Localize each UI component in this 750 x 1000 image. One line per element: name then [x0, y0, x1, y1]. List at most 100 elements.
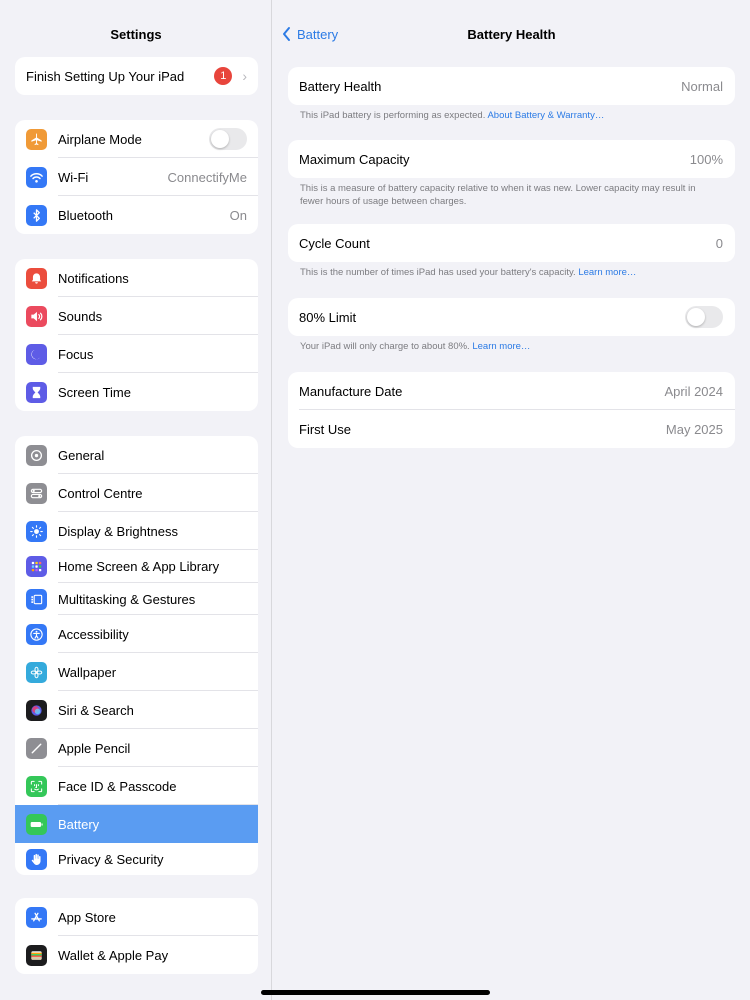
maximum-capacity-card: Maximum Capacity 100%: [288, 140, 735, 178]
siri-icon: [26, 699, 47, 721]
airplane-mode-toggle[interactable]: [209, 128, 247, 150]
cycle-count-note: This is the number of times iPad has use…: [300, 267, 720, 280]
sidebar-item-battery[interactable]: Battery: [15, 805, 258, 843]
cycle-count-card: Cycle Count 0: [288, 224, 735, 262]
sidebar-title: Settings: [110, 27, 162, 42]
sidebar-item-label: Privacy & Security: [58, 851, 164, 867]
sidebar-item-multitasking[interactable]: Multitasking & Gestures: [15, 583, 258, 615]
sidebar-item-label: Airplane Mode: [58, 131, 142, 147]
sidebar-item-accessibility[interactable]: Accessibility: [15, 615, 258, 653]
cycle-count-row: Cycle Count 0: [288, 224, 735, 262]
maximum-capacity-value: 100%: [689, 151, 723, 167]
maximum-capacity-row: Maximum Capacity 100%: [288, 140, 735, 178]
pencil-icon: [26, 737, 47, 759]
flower-icon: [26, 661, 47, 683]
setup-group: Finish Setting Up Your iPad 1 ›: [15, 57, 258, 95]
page-title: Battery Health: [467, 27, 556, 42]
cycle-count-label: Cycle Count: [299, 235, 370, 251]
battery-health-card: Battery Health Normal: [288, 67, 735, 105]
charge-limit-toggle[interactable]: [685, 306, 723, 328]
battery-health-label: Battery Health: [299, 78, 382, 94]
sidebar-item-label: Control Centre: [58, 485, 143, 501]
sidebar-item-notifications[interactable]: Notifications: [15, 259, 258, 297]
battery-health-note-text: This iPad battery is performing as expec…: [300, 110, 486, 121]
sidebar-item-label: Wallet & Apple Pay: [58, 947, 169, 963]
sidebar-item-label: Wi-Fi: [58, 169, 89, 185]
setup-badge: 1: [214, 67, 233, 85]
sidebar-item-label: Battery: [58, 816, 100, 832]
dates-card: Manufacture Date April 2024 First Use Ma…: [288, 372, 735, 448]
sidebar-item-sounds[interactable]: Sounds: [15, 297, 258, 335]
maximum-capacity-label: Maximum Capacity: [299, 151, 410, 167]
gear-icon: [26, 444, 47, 466]
sidebar-item-label: Display & Brightness: [58, 523, 178, 539]
sun-icon: [26, 520, 47, 542]
connectivity-group: Airplane Mode Wi-Fi ConnectifyMe Bluetoo…: [15, 120, 258, 234]
sidebar-item-wallpaper[interactable]: Wallpaper: [15, 653, 258, 691]
sidebar-item-label: Focus: [58, 346, 94, 362]
sidebar-item-general[interactable]: General: [15, 436, 258, 474]
sidebar-item-screen-time[interactable]: Screen Time: [15, 373, 258, 411]
bluetooth-status-value: On: [229, 207, 247, 223]
sidebar-item-control-centre[interactable]: Control Centre: [15, 474, 258, 512]
store-group: App Store Wallet & Apple Pay: [15, 898, 258, 974]
sidebar-item-bluetooth[interactable]: Bluetooth On: [15, 196, 258, 234]
settings-sidebar: Settings Finish Setting Up Your iPad 1 ›…: [0, 0, 272, 1000]
wifi-icon: [26, 166, 47, 188]
moon-icon: [26, 343, 47, 365]
sidebar-item-label: Multitasking & Gestures: [58, 591, 196, 607]
charge-limit-row: 80% Limit: [288, 298, 735, 336]
sidebar-item-wifi[interactable]: Wi-Fi ConnectifyMe: [15, 158, 258, 196]
finish-setup-item[interactable]: Finish Setting Up Your iPad 1 ›: [15, 57, 258, 95]
sidebar-item-focus[interactable]: Focus: [15, 335, 258, 373]
sidebar-item-apple-pencil[interactable]: Apple Pencil: [15, 729, 258, 767]
sidebar-item-wallet[interactable]: Wallet & Apple Pay: [15, 936, 258, 974]
speaker-icon: [26, 305, 47, 327]
sidebar-item-label: Home Screen & App Library: [58, 559, 220, 574]
cycle-learn-more-link[interactable]: Learn more…: [578, 267, 636, 278]
sidebar-item-label: Accessibility: [58, 626, 129, 642]
sidebar-item-privacy[interactable]: Privacy & Security: [15, 843, 258, 875]
sidebar-item-label: Bluetooth: [58, 207, 113, 223]
home-indicator[interactable]: [261, 990, 490, 995]
bluetooth-icon: [26, 204, 47, 226]
sidebar-item-display-brightness[interactable]: Display & Brightness: [15, 512, 258, 550]
airplane-icon: [26, 128, 47, 150]
sidebar-item-face-id[interactable]: Face ID & Passcode: [15, 767, 258, 805]
battery-health-note: This iPad battery is performing as expec…: [300, 110, 720, 123]
accessibility-icon: [26, 623, 47, 645]
battery-icon: [26, 813, 47, 835]
battery-health-pane: Battery Battery Health Battery Health No…: [273, 0, 750, 1000]
manufacture-date-row: Manufacture Date April 2024: [288, 372, 735, 410]
about-battery-warranty-link[interactable]: About Battery & Warranty…: [487, 110, 604, 121]
sidebar-item-airplane-mode[interactable]: Airplane Mode: [15, 120, 258, 158]
sidebar-item-label: Face ID & Passcode: [58, 778, 177, 794]
multitask-icon: [26, 588, 47, 610]
battery-health-value: Normal: [681, 78, 723, 94]
limit-learn-more-link[interactable]: Learn more…: [472, 341, 530, 352]
general-group: General Control Centre Display & Brightn…: [15, 436, 258, 875]
chevron-right-icon: ›: [242, 68, 247, 84]
notifications-group: Notifications Sounds Focus Screen Time: [15, 259, 258, 411]
charge-limit-note-text: Your iPad will only charge to about 80%.: [300, 341, 470, 352]
cycle-count-value: 0: [715, 235, 723, 251]
sidebar-item-label: Screen Time: [58, 384, 131, 400]
sidebar-item-label: Apple Pencil: [58, 740, 131, 756]
battery-health-row: Battery Health Normal: [288, 67, 735, 105]
sidebar-item-siri[interactable]: Siri & Search: [15, 691, 258, 729]
hand-icon: [26, 848, 47, 870]
sidebar-item-label: Siri & Search: [58, 702, 134, 718]
sidebar-item-label: App Store: [58, 909, 116, 925]
first-use-value: May 2025: [665, 421, 723, 437]
cycle-count-note-text: This is the number of times iPad has use…: [300, 267, 576, 278]
sidebar-item-label: General: [58, 447, 105, 463]
sidebar-item-label: Sounds: [58, 308, 103, 324]
bell-icon: [26, 267, 47, 289]
charge-limit-card: 80% Limit: [288, 298, 735, 336]
switches-icon: [26, 482, 47, 504]
hourglass-icon: [26, 381, 47, 403]
manufacture-date-value: April 2024: [664, 383, 723, 399]
sidebar-item-home-screen[interactable]: Home Screen & App Library: [15, 550, 258, 583]
finish-setup-label: Finish Setting Up Your iPad: [26, 68, 185, 84]
sidebar-item-app-store[interactable]: App Store: [15, 898, 258, 936]
